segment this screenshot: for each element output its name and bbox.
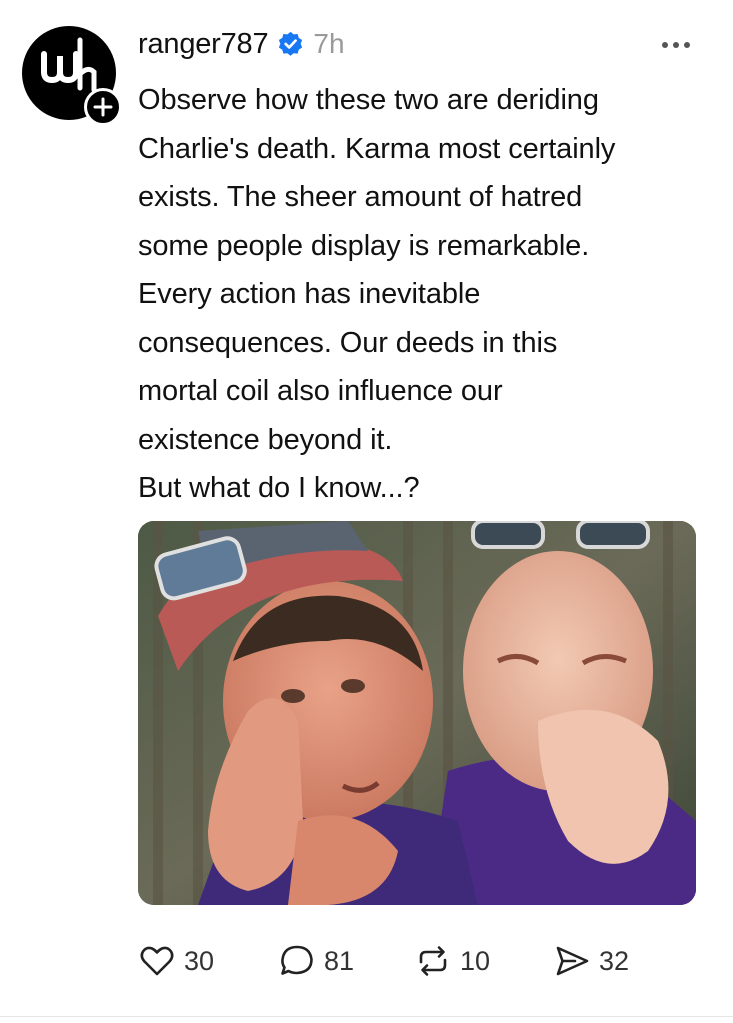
comment-bubble-icon (281, 945, 313, 975)
like-button[interactable]: 30 (138, 938, 214, 984)
photo-two-people-pointing (138, 521, 696, 905)
reply-button[interactable]: 81 (278, 938, 354, 984)
verified-badge-icon (276, 30, 305, 59)
follow-button[interactable] (84, 88, 122, 126)
post-header: ranger787 7h (138, 22, 345, 66)
post-divider (0, 1016, 733, 1017)
post-image[interactable] (138, 521, 696, 905)
share-count: 32 (599, 945, 630, 976)
send-icon (556, 946, 589, 976)
reply-count: 81 (324, 945, 355, 976)
more-horizontal-icon (662, 42, 690, 48)
plus-icon (93, 97, 113, 117)
more-options-button[interactable] (656, 30, 696, 60)
post-body-text: Observe how these two are deriding Charl… (138, 84, 616, 504)
like-count: 30 (184, 945, 215, 976)
repost-count: 10 (460, 945, 491, 976)
repost-icon (419, 946, 447, 976)
post-timestamp: 7h (313, 28, 345, 59)
repost-button[interactable]: 10 (414, 938, 490, 984)
username[interactable]: ranger787 (138, 28, 269, 61)
share-button[interactable]: 32 (553, 938, 629, 984)
heart-icon (140, 946, 174, 976)
